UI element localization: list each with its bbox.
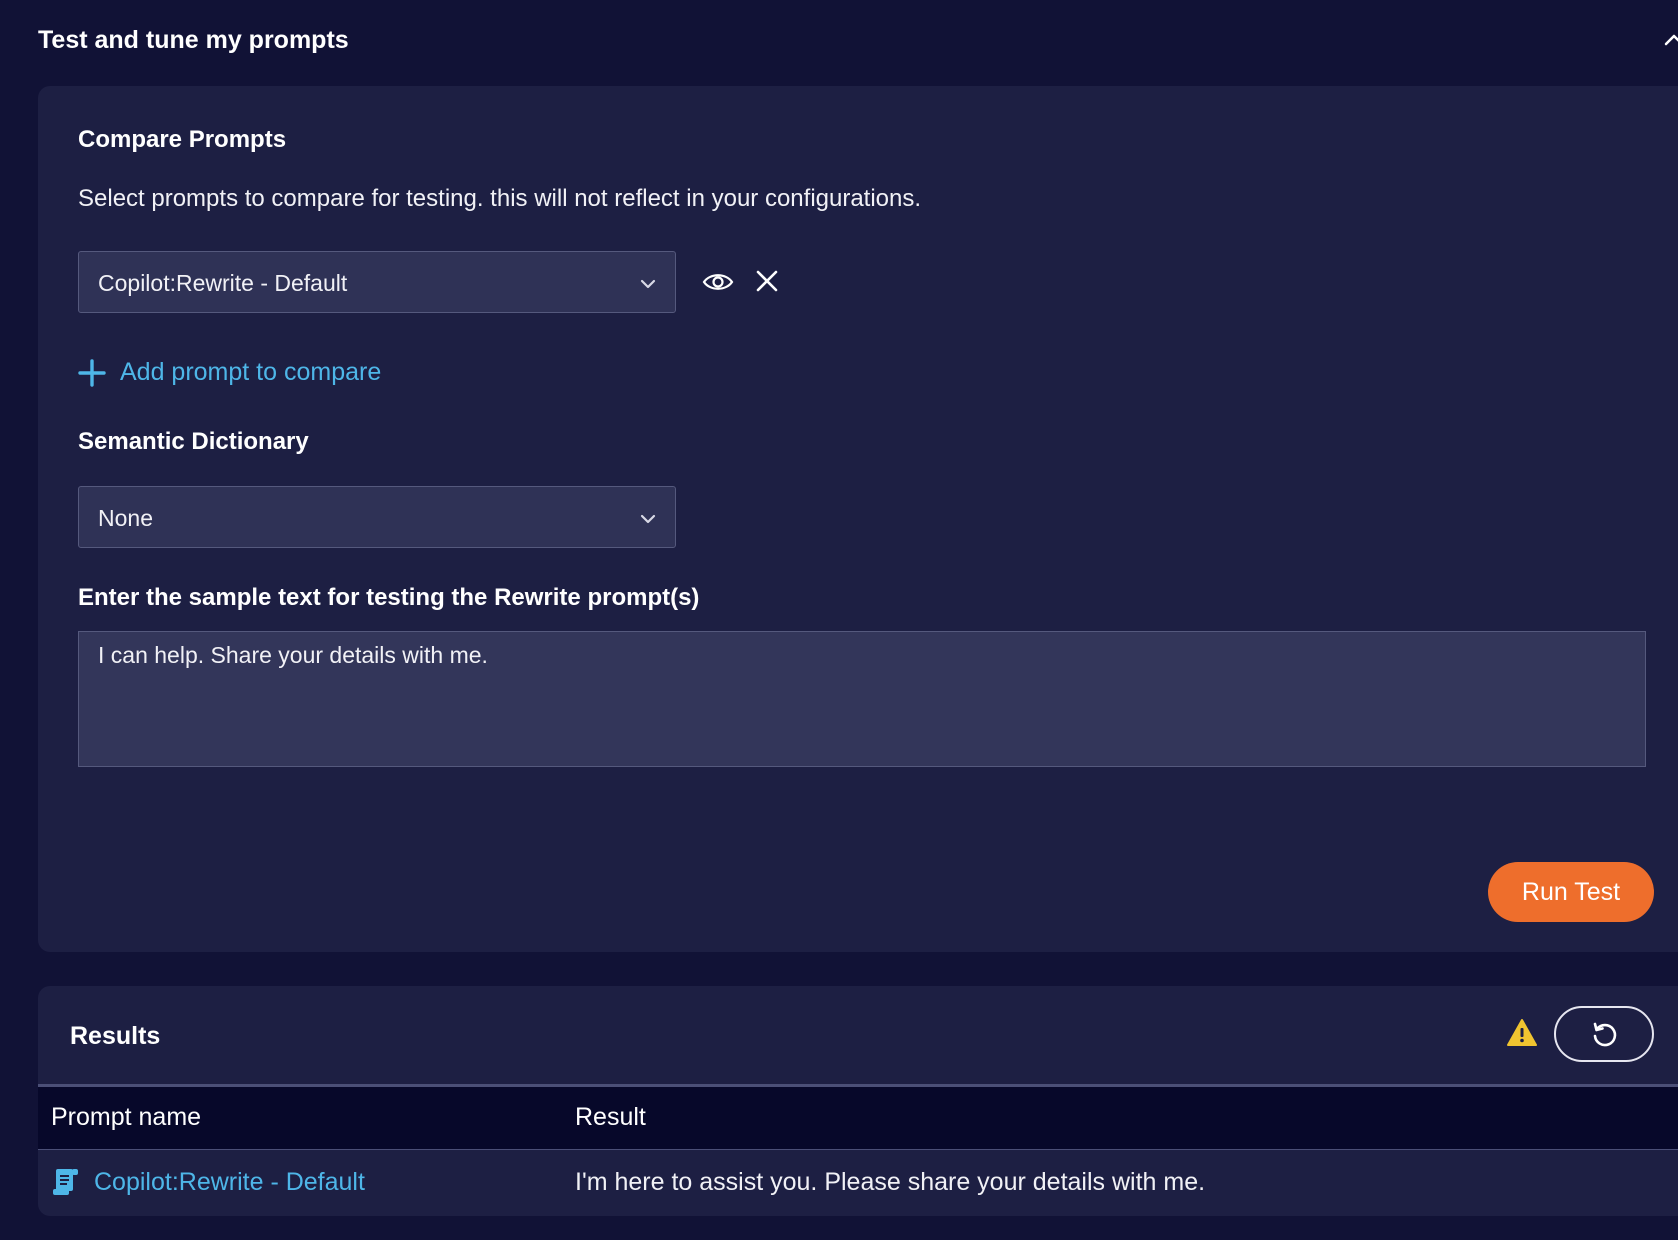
close-icon[interactable] — [754, 268, 780, 294]
chevron-down-icon — [640, 514, 656, 524]
compare-description: Select prompts to compare for testing. t… — [78, 185, 922, 212]
prompt-name-link[interactable]: Copilot:Rewrite - Default — [94, 1168, 365, 1197]
prompt-select[interactable]: Copilot:Rewrite - Default — [78, 251, 676, 313]
eye-icon[interactable] — [702, 270, 734, 294]
warning-icon[interactable] — [1506, 1018, 1538, 1048]
test-config-panel: Compare Prompts Select prompts to compar… — [38, 86, 1678, 952]
results-table-header: Prompt name Result — [38, 1084, 1678, 1150]
chevron-up-icon[interactable] — [1664, 30, 1678, 50]
column-header-result: Result — [575, 1103, 646, 1131]
results-title: Results — [70, 1022, 161, 1050]
plus-icon — [78, 359, 106, 387]
run-test-button[interactable]: Run Test — [1488, 862, 1654, 922]
sample-text-label: Enter the sample text for testing the Re… — [78, 584, 700, 611]
semantic-dictionary-title: Semantic Dictionary — [78, 428, 309, 455]
refresh-icon — [1593, 1022, 1617, 1047]
semantic-dictionary-value: None — [98, 505, 153, 531]
column-header-prompt-name: Prompt name — [51, 1103, 202, 1131]
compare-prompts-title: Compare Prompts — [78, 126, 287, 153]
table-row: Copilot:Rewrite - Default I'm here to as… — [38, 1150, 1678, 1216]
prompt-select-value: Copilot:Rewrite - Default — [98, 270, 348, 296]
page-title: Test and tune my prompts — [38, 26, 349, 54]
sample-text-input[interactable]: I can help. Share your details with me. — [78, 631, 1646, 767]
refresh-button[interactable] — [1554, 1006, 1654, 1062]
result-text: I'm here to assist you. Please share you… — [575, 1168, 1206, 1196]
results-panel: Results Prompt name Result Copilot:Rewri… — [38, 986, 1678, 1216]
semantic-dictionary-select[interactable]: None — [78, 486, 676, 548]
document-icon — [53, 1169, 78, 1195]
add-prompt-label: Add prompt to compare — [120, 358, 382, 386]
chevron-down-icon — [640, 279, 656, 289]
